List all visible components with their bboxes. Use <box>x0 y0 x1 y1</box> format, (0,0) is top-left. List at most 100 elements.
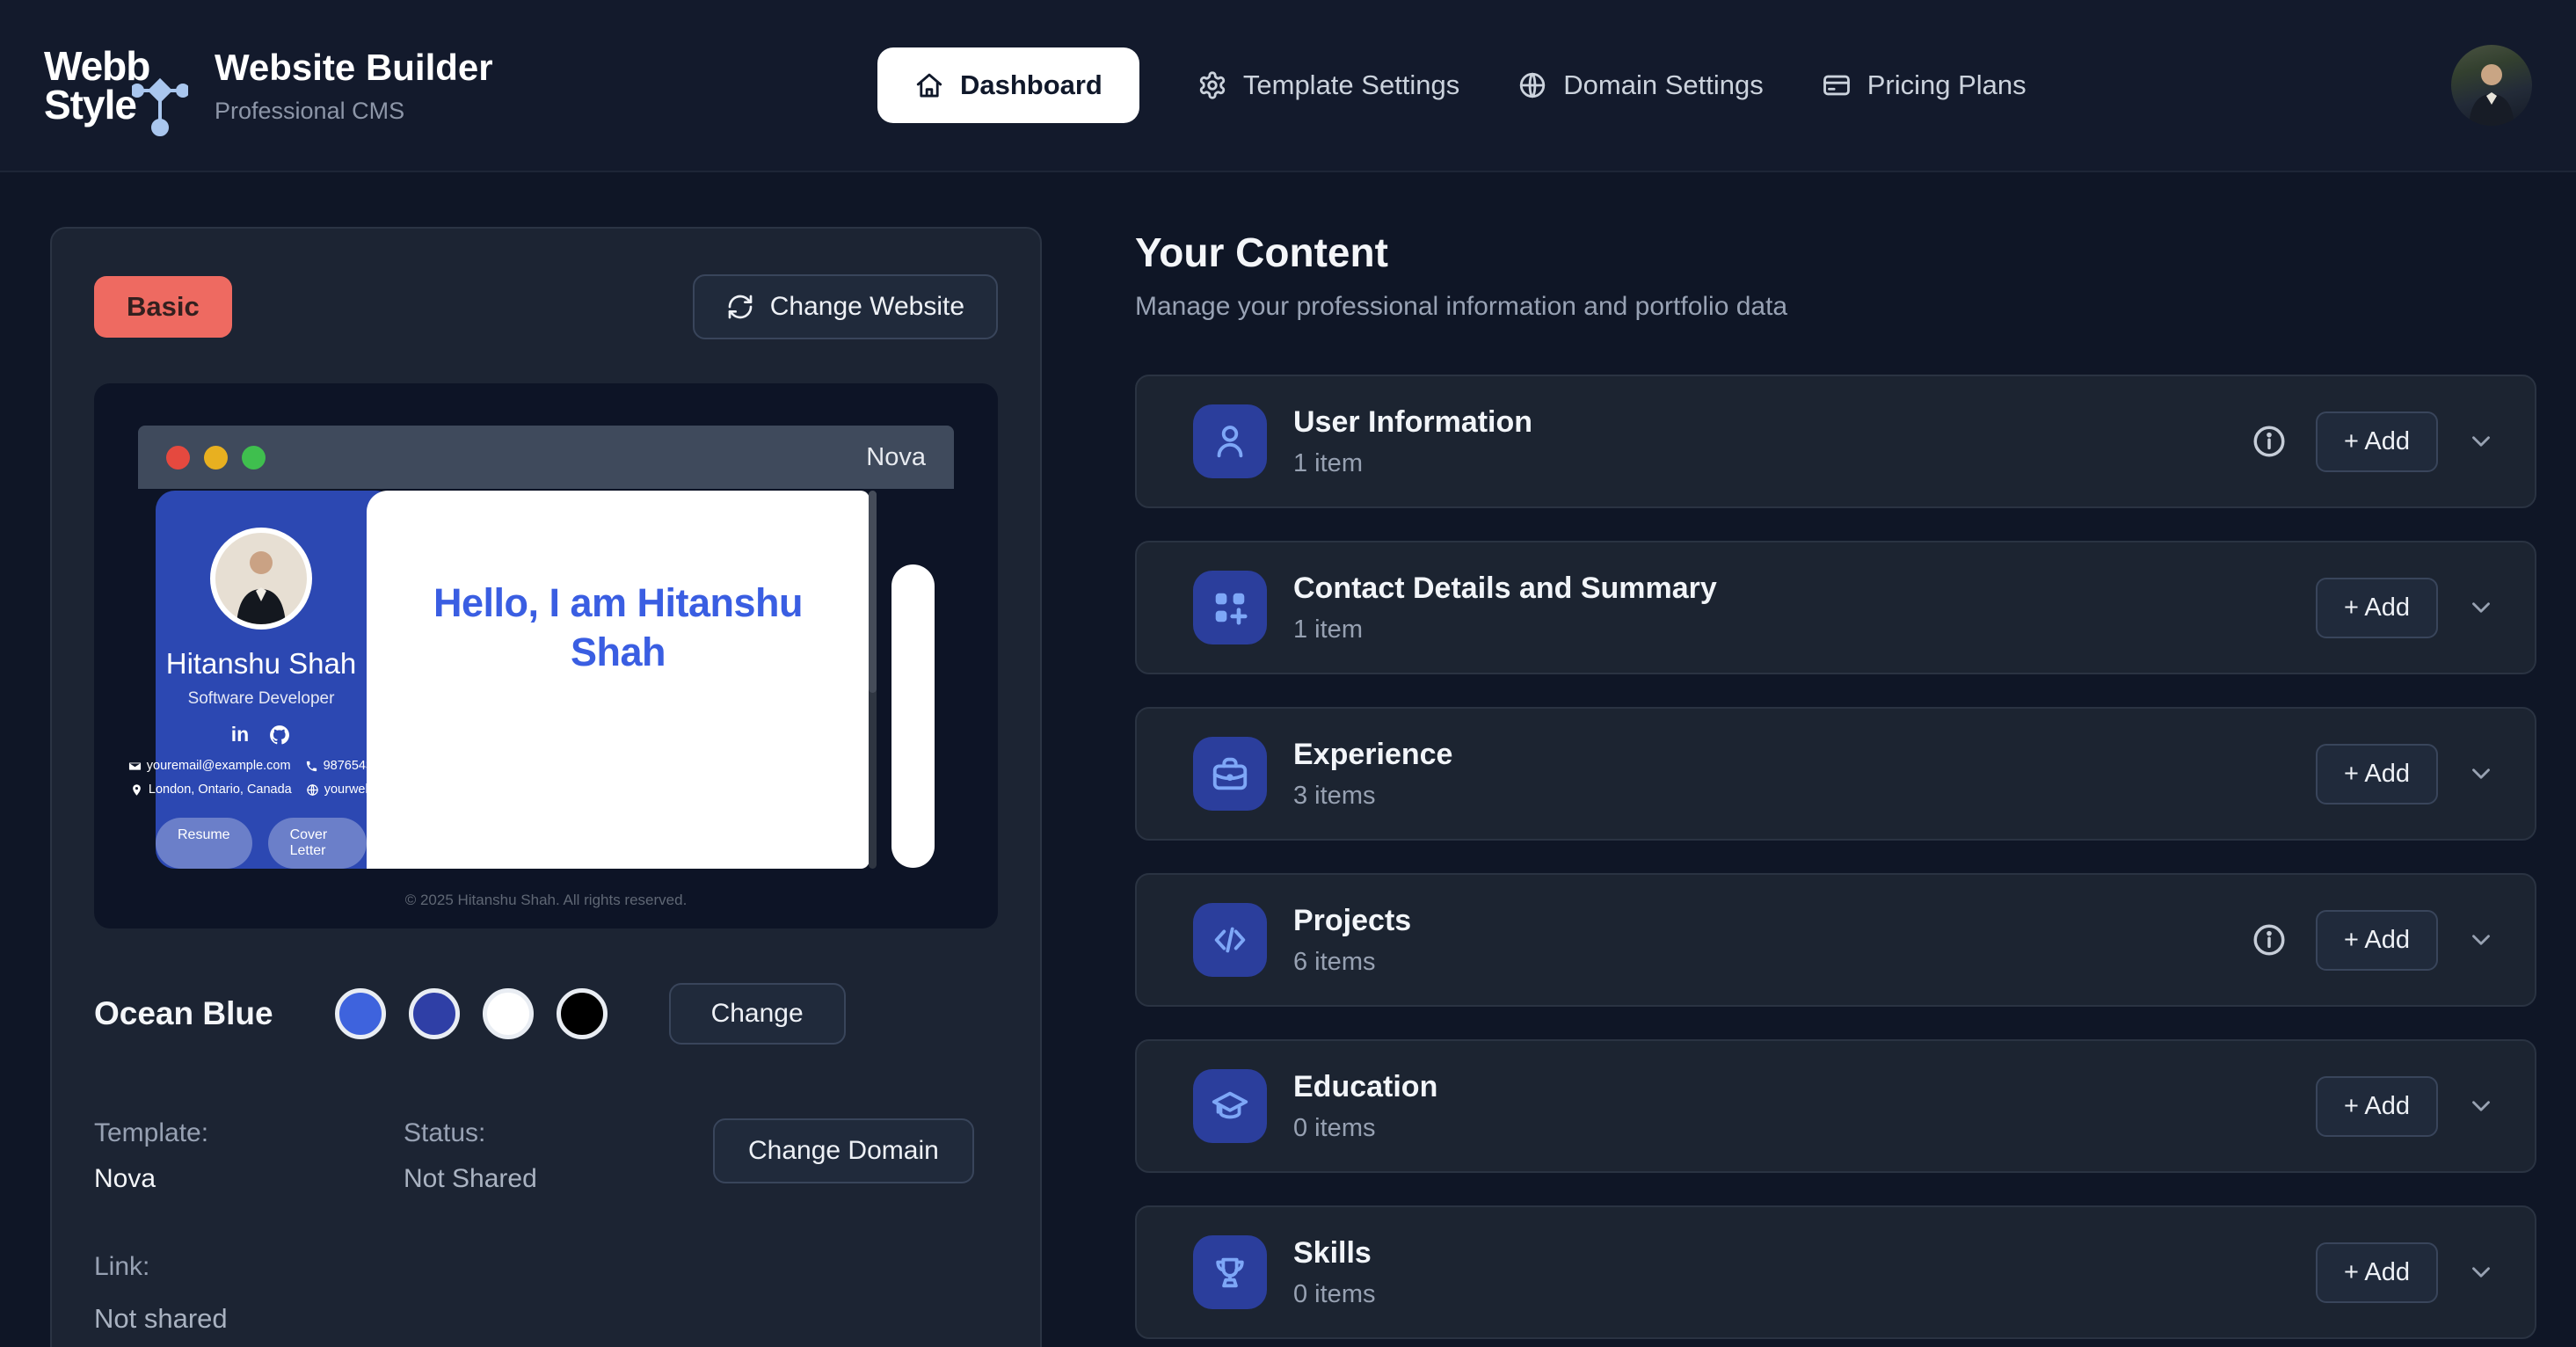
nav-label: Domain Settings <box>1563 69 1763 101</box>
logo-circuit-icon <box>132 59 188 136</box>
section-card: Education 0 items + Add <box>1135 1039 2536 1173</box>
chevron-down-icon[interactable] <box>2466 925 2496 955</box>
add-button[interactable]: + Add <box>2316 910 2438 971</box>
chevron-down-icon[interactable] <box>2466 759 2496 789</box>
page-title: Your Content <box>1135 229 2536 276</box>
section-card: Experience 3 items + Add <box>1135 707 2536 841</box>
link-label: Link: <box>94 1252 998 1282</box>
section-count: 1 item <box>1293 615 1717 644</box>
status-value: Not Shared <box>404 1164 713 1194</box>
add-button[interactable]: + Add <box>2316 1242 2438 1303</box>
nav-domain-settings[interactable]: Domain Settings <box>1517 69 1763 101</box>
phone-icon <box>305 760 318 773</box>
nav-label: Template Settings <box>1243 69 1459 101</box>
site-nav-rail <box>891 564 935 868</box>
site-hero: Hello, I am Hitanshu Shah <box>367 491 870 869</box>
section-count: 0 items <box>1293 1280 1375 1309</box>
section-icon-tile <box>1193 404 1267 478</box>
link-value: Not shared <box>94 1303 998 1335</box>
rail-icon <box>903 759 923 779</box>
section-icon-tile <box>1193 1069 1267 1143</box>
change-domain-button[interactable]: Change Domain <box>713 1118 974 1183</box>
top-bar: Webb Style Website Builder Professional … <box>0 0 2576 172</box>
website-globe-icon <box>306 783 319 797</box>
change-website-label: Change Website <box>770 292 964 322</box>
site-thumbnail: Hitanshu Shah Software Developer in your… <box>156 489 935 869</box>
add-button[interactable]: + Add <box>2316 578 2438 638</box>
section-card: Contact Details and Summary 1 item + Add <box>1135 541 2536 674</box>
section-title: Education <box>1293 1070 1437 1104</box>
section-icon-tile <box>1193 737 1267 811</box>
info-icon[interactable] <box>2251 423 2288 460</box>
color-swatch[interactable] <box>483 988 534 1039</box>
traffic-light-yellow-icon <box>204 446 228 470</box>
github-icon <box>268 724 291 746</box>
theme-row: Ocean Blue Change <box>94 983 998 1045</box>
globe-icon <box>1517 70 1547 100</box>
rail-icon <box>903 618 923 638</box>
main-layout: Basic Change Website Nova <box>0 172 2576 1347</box>
theme-swatches <box>335 988 608 1039</box>
section-title: Skills <box>1293 1236 1375 1271</box>
rail-icon <box>903 724 923 744</box>
chevron-down-icon[interactable] <box>2466 426 2496 456</box>
location-pin-icon <box>130 783 143 797</box>
website-panel: Basic Change Website Nova <box>50 227 1042 1347</box>
rail-icon <box>903 829 923 849</box>
user-avatar[interactable] <box>2451 45 2532 126</box>
chevron-down-icon[interactable] <box>2466 1257 2496 1287</box>
hero-heading: Hello, I am Hitanshu Shah <box>367 491 870 677</box>
website-preview: Nova Hitanshu Shah Software Develo <box>94 383 998 928</box>
app-subtitle: Professional CMS <box>215 98 493 125</box>
traffic-light-red-icon <box>166 446 190 470</box>
linkedin-icon: in <box>231 723 249 746</box>
section-icon-tile <box>1193 1235 1267 1309</box>
nav-dashboard[interactable]: Dashboard <box>877 47 1139 123</box>
section-count: 6 items <box>1293 948 1411 977</box>
site-meta: Template: Nova Status: Not Shared Change… <box>94 1118 998 1194</box>
section-count: 0 items <box>1293 1114 1437 1143</box>
nav-pricing-plans[interactable]: Pricing Plans <box>1822 69 2027 101</box>
color-swatch[interactable] <box>409 988 460 1039</box>
chevron-down-icon[interactable] <box>2466 1091 2496 1121</box>
browser-chrome: Nova <box>138 426 954 489</box>
site-footer-text: © 2025 Hitanshu Shah. All rights reserve… <box>138 892 954 909</box>
section-title: Projects <box>1293 904 1411 938</box>
profile-photo <box>210 528 312 630</box>
profile-name: Hitanshu Shah <box>166 647 356 681</box>
traffic-light-green-icon <box>242 446 266 470</box>
change-theme-button[interactable]: Change <box>669 983 846 1045</box>
plan-badge: Basic <box>94 276 232 338</box>
section-count: 3 items <box>1293 782 1452 811</box>
rail-icon <box>903 583 923 603</box>
template-label: Template: <box>94 1118 404 1148</box>
rail-icon <box>903 653 923 674</box>
section-title: Experience <box>1293 738 1452 772</box>
gear-icon <box>1197 70 1227 100</box>
section-card: Projects 6 items + Add <box>1135 873 2536 1007</box>
profile-location: London, Ontario, Canada <box>149 783 292 797</box>
nav-template-settings[interactable]: Template Settings <box>1197 69 1459 101</box>
color-swatch[interactable] <box>557 988 608 1039</box>
content-section: Your Content Manage your professional in… <box>1135 227 2536 1339</box>
refresh-icon <box>726 293 754 321</box>
section-title: User Information <box>1293 405 1532 440</box>
main-nav: Dashboard Template Settings Domain Setti… <box>493 47 2411 123</box>
template-value: Nova <box>94 1164 404 1194</box>
brand-text: Website Builder Professional CMS <box>215 47 493 125</box>
link-block: Link: Not shared <box>94 1252 998 1335</box>
add-button[interactable]: + Add <box>2316 744 2438 805</box>
add-button[interactable]: + Add <box>2316 1076 2438 1137</box>
section-count: 1 item <box>1293 449 1532 478</box>
add-button[interactable]: + Add <box>2316 411 2438 472</box>
change-website-button[interactable]: Change Website <box>693 274 998 339</box>
app-logo: Webb Style <box>44 47 185 124</box>
theme-name: Ocean Blue <box>94 995 273 1032</box>
color-swatch[interactable] <box>335 988 386 1039</box>
cover-letter-button: Cover Letter <box>268 818 367 869</box>
info-icon[interactable] <box>2251 921 2288 958</box>
credit-card-icon <box>1822 70 1852 100</box>
chevron-down-icon[interactable] <box>2466 593 2496 623</box>
home-icon <box>914 70 944 100</box>
rail-icon <box>903 794 923 814</box>
